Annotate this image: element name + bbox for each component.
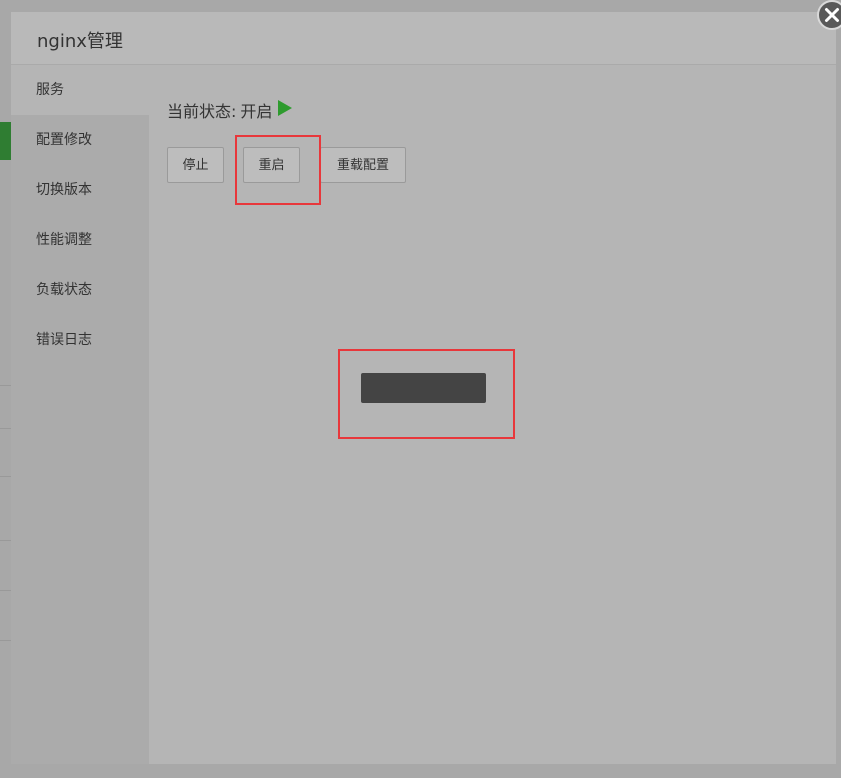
sidebar-item-error-log[interactable]: 错误日志 [11,315,149,365]
background-divider [0,385,11,386]
background-divider [0,640,11,641]
play-icon [278,100,293,120]
service-panel: 当前状态: 开启 停止 重启 重载配置 [149,65,836,764]
sidebar-item-service[interactable]: 服务 [11,65,149,115]
dialog-title: nginx管理 [37,31,123,52]
sidebar-item-label: 配置修改 [36,132,92,148]
sidebar-item-label: 服务 [36,82,64,98]
status-line: 当前状态: 开启 [167,98,293,122]
sidebar-item-label: 性能调整 [36,232,92,248]
dialog-sidebar: 服务 配置修改 切换版本 性能调整 负载状态 错误日志 [11,65,149,764]
background-divider [0,476,11,477]
background-divider [0,428,11,429]
sidebar-item-label: 切换版本 [36,182,92,198]
sidebar-item-label: 错误日志 [36,332,92,348]
reload-config-button[interactable]: 重载配置 [320,147,406,183]
close-button[interactable] [816,0,841,30]
background-green-tab [0,122,11,160]
dialog-header: nginx管理 [11,12,836,65]
loading-highlight-box [338,349,515,439]
status-label: 当前状态: [167,102,237,121]
background-divider [0,540,11,541]
stop-button[interactable]: 停止 [167,147,224,183]
nginx-dialog: nginx管理 服务 配置修改 切换版本 性能调整 负载状态 错误日志 当前状态… [11,12,836,764]
status-value: 开启 [240,102,273,121]
sidebar-item-config[interactable]: 配置修改 [11,115,149,165]
sidebar-item-performance[interactable]: 性能调整 [11,215,149,265]
restart-highlight-box [235,135,321,205]
sidebar-item-load-status[interactable]: 负载状态 [11,265,149,315]
sidebar-item-label: 负载状态 [36,282,92,298]
background-divider [0,590,11,591]
close-icon [817,0,841,30]
sidebar-item-version[interactable]: 切换版本 [11,165,149,215]
